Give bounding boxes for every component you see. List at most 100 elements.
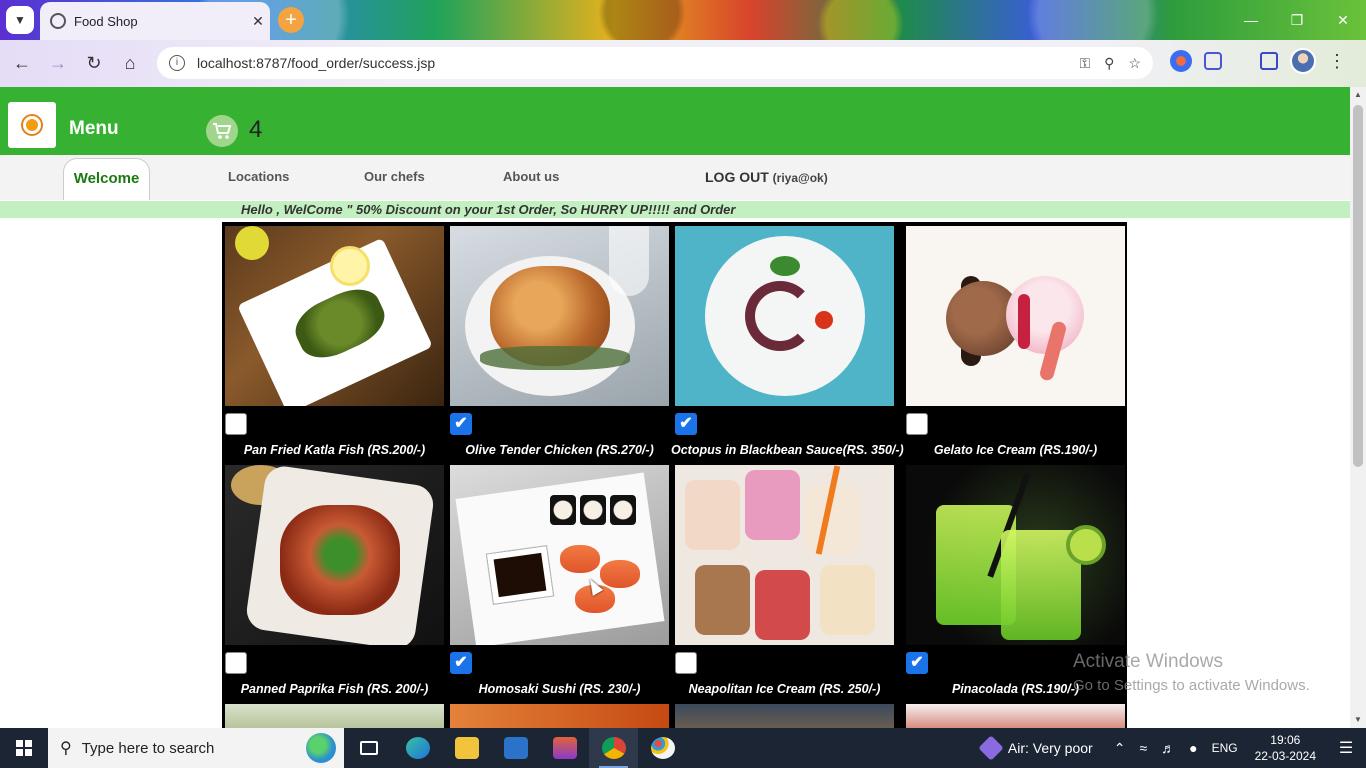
address-bar[interactable]: i localhost:8787/food_order/success.jsp …	[157, 47, 1153, 79]
item-label: Neapolitan Ice Cream (RS. 250/-)	[688, 682, 881, 696]
file-explorer-icon[interactable]	[442, 728, 491, 768]
minimize-icon[interactable]: —	[1228, 0, 1274, 40]
clock[interactable]: 19:06 22-03-2024	[1245, 732, 1326, 764]
promo-marquee: Hello , WelCome " 50% Discount on your 1…	[0, 201, 1350, 218]
watermark-subtitle: Go to Settings to activate Windows.	[1073, 677, 1310, 694]
menu-title: Menu	[69, 118, 119, 139]
password-key-icon[interactable]: ⚿	[1080, 55, 1091, 72]
weather-widget[interactable]: Air: Very poor	[978, 735, 1107, 761]
menu-item-card: ✔ Olive Tender Chicken (RS.270/-)	[450, 226, 669, 457]
restore-icon[interactable]: ❐	[1274, 0, 1320, 40]
browser-toolbar: ← → ↻ ⌂ i localhost:8787/food_order/succ…	[0, 40, 1366, 87]
item-checkbox[interactable]	[675, 652, 697, 674]
pan-fried-fish-image	[225, 226, 444, 406]
scroll-down-arrow-icon[interactable]: ▼	[1350, 712, 1366, 728]
nav-welcome[interactable]: Welcome	[63, 158, 150, 200]
language-indicator[interactable]: ENG	[1205, 741, 1245, 755]
wifi-icon[interactable]: ≈	[1132, 740, 1154, 756]
chrome-icon[interactable]	[589, 728, 638, 768]
menu-item-image	[675, 704, 894, 728]
menu-grid: Pan Fried Katla Fish (RS.200/-) ✔ Olive …	[222, 222, 1127, 728]
menu-item-card: ✔ Octopus in Blackbean Sauce(RS. 350/-)	[671, 226, 904, 457]
taskbar-search[interactable]: ⚲ Type here to search	[48, 728, 344, 768]
site-info-icon[interactable]: i	[169, 55, 185, 71]
item-checkbox[interactable]	[225, 652, 247, 674]
paint-icon[interactable]	[638, 728, 687, 768]
nav-logout[interactable]: LOG OUT (riya@ok)	[705, 169, 828, 185]
menu-item-card: ✔ Pinacolada (RS.190/-)	[906, 465, 1125, 696]
extensions-puzzle-icon[interactable]	[1204, 52, 1222, 70]
cart-count: 4	[249, 116, 263, 143]
profile-avatar[interactable]	[1290, 48, 1316, 74]
item-checkbox[interactable]: ✔	[450, 652, 472, 674]
search-highlight-icon[interactable]	[306, 733, 336, 763]
windows-logo-icon	[16, 740, 32, 756]
reload-icon[interactable]: ↻	[76, 53, 112, 74]
tab-title: Food Shop	[74, 13, 138, 29]
task-view-icon[interactable]	[344, 728, 393, 768]
nav-about-us[interactable]: About us	[503, 169, 559, 184]
side-panel-icon[interactable]	[1260, 52, 1278, 70]
scroll-thumb[interactable]	[1353, 105, 1363, 467]
item-label: Panned Paprika Fish (RS. 200/-)	[240, 682, 429, 696]
tab-close-icon[interactable]: ✕	[246, 13, 270, 30]
pinacolada-image	[906, 465, 1125, 645]
page-scrollbar[interactable]: ▲ ▼	[1350, 87, 1366, 728]
browser-tab[interactable]: Food Shop ✕	[40, 2, 270, 40]
taskbar-search-placeholder[interactable]: Type here to search	[82, 740, 215, 757]
neapolitan-ice-cream-image	[675, 465, 894, 645]
close-window-icon[interactable]: ✕	[1320, 0, 1366, 40]
item-checkbox[interactable]: ✔	[450, 413, 472, 435]
chevron-up-icon[interactable]: ⌃	[1107, 740, 1133, 757]
scroll-up-arrow-icon[interactable]: ▲	[1350, 87, 1366, 103]
menu-item-card: Neapolitan Ice Cream (RS. 250/-)	[675, 465, 894, 696]
item-checkbox[interactable]: ✔	[906, 652, 928, 674]
microphone-icon[interactable]: ●	[1182, 740, 1204, 756]
speaker-icon[interactable]: ♬	[1154, 740, 1182, 756]
activate-windows-watermark: Activate Windows Go to Settings to activ…	[1073, 651, 1310, 694]
home-icon[interactable]: ⌂	[112, 53, 148, 74]
more-menu-icon[interactable]: ⋮	[1328, 51, 1346, 72]
url-text[interactable]: localhost:8787/food_order/success.jsp	[197, 55, 1080, 71]
nav-locations[interactable]: Locations	[228, 169, 289, 184]
item-checkbox[interactable]	[225, 413, 247, 435]
octopus-image	[675, 226, 894, 406]
menu-item-image	[906, 704, 1125, 728]
site-logo[interactable]	[8, 102, 56, 148]
site-header: Menu 4	[0, 87, 1350, 155]
menu-item-card: ✔ Homosaki Sushi (RS. 230/-)	[450, 465, 669, 696]
windows-taskbar: ⚲ Type here to search Air: Very poor ⌃ ≈…	[0, 728, 1366, 768]
item-checkbox[interactable]	[906, 413, 928, 435]
site-nav: Welcome Locations Our chefs About us LOG…	[0, 155, 1350, 200]
gelato-image	[906, 226, 1125, 406]
clock-time: 19:06	[1270, 733, 1301, 747]
clock-date: 22-03-2024	[1254, 749, 1316, 763]
extension-icon[interactable]	[1170, 50, 1192, 72]
globe-icon	[50, 13, 66, 29]
new-tab-button[interactable]: +	[278, 7, 304, 33]
item-label: Pan Fried Katla Fish (RS.200/-)	[243, 443, 426, 457]
bookmark-star-icon[interactable]: ☆	[1128, 55, 1141, 72]
browser-tab-strip: ▼ Food Shop ✕ + — ❐ ✕	[0, 0, 1366, 40]
menu-item-card: Panned Paprika Fish (RS. 200/-)	[225, 465, 444, 696]
nav-our-chefs[interactable]: Our chefs	[364, 169, 425, 184]
tab-search-button[interactable]: ▼	[6, 6, 34, 34]
item-label: Gelato Ice Cream (RS.190/-)	[933, 443, 1098, 457]
back-arrow-icon[interactable]: ←	[4, 53, 40, 74]
air-quality-text: Air: Very poor	[1007, 740, 1093, 756]
watermark-title: Activate Windows	[1073, 651, 1223, 672]
vscode-icon[interactable]	[491, 728, 540, 768]
item-checkbox[interactable]: ✔	[675, 413, 697, 435]
game-app-icon[interactable]	[540, 728, 589, 768]
logout-label[interactable]: LOG OUT	[705, 169, 769, 185]
start-button[interactable]	[0, 728, 48, 768]
promo-text: Hello , WelCome " 50% Discount on your 1…	[241, 202, 736, 217]
zoom-icon[interactable]: ⚲	[1104, 55, 1114, 72]
cart-icon[interactable]	[206, 115, 238, 147]
notification-center-icon[interactable]: ☰	[1326, 738, 1366, 758]
edge-browser-icon[interactable]	[393, 728, 442, 768]
menu-item-image	[450, 704, 669, 728]
forward-arrow-icon[interactable]: →	[40, 53, 76, 74]
sushi-image	[450, 465, 669, 645]
menu-item-card: Gelato Ice Cream (RS.190/-)	[906, 226, 1125, 457]
